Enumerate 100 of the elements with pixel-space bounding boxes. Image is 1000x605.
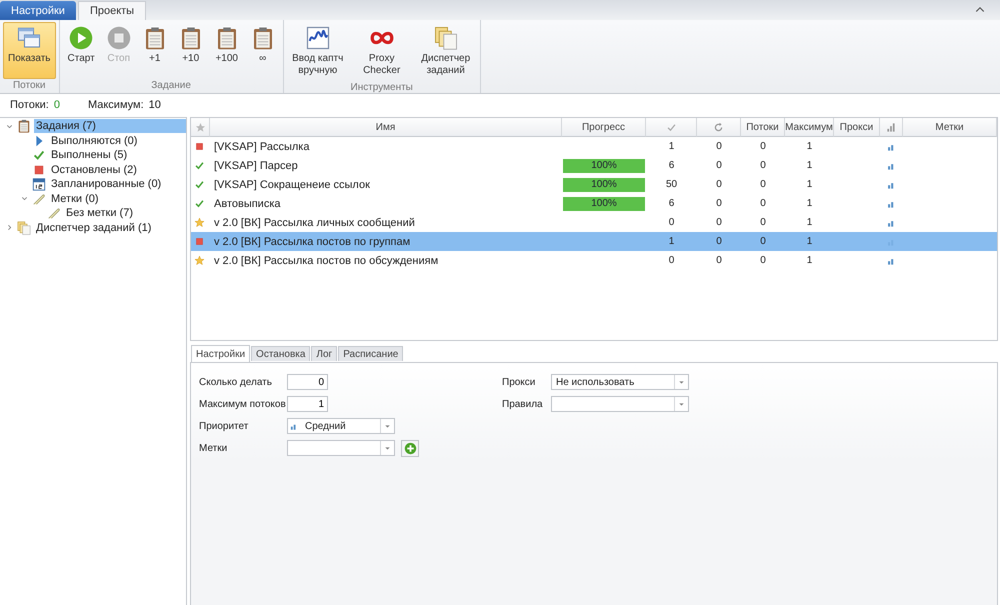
check-icon bbox=[194, 179, 205, 190]
table-cell-text: 0 bbox=[759, 140, 767, 154]
table-cell-text: 0 bbox=[715, 235, 723, 249]
stop-icon bbox=[32, 162, 46, 177]
table-cell-text: 0 bbox=[759, 216, 767, 230]
number-field[interactable]: 0 bbox=[287, 374, 328, 390]
play-icon bbox=[69, 26, 94, 50]
table-cell-text: 50 bbox=[664, 178, 678, 192]
tree-item[interactable]: Остановлены (2) bbox=[49, 162, 139, 177]
table-cell-text: Автовыписка bbox=[213, 196, 282, 212]
column-header[interactable]: Максимум bbox=[785, 118, 834, 137]
star-icon bbox=[194, 255, 205, 266]
check-icon bbox=[32, 148, 46, 162]
table-cell-text: 1 bbox=[806, 178, 814, 192]
field-label: Прокси bbox=[502, 376, 536, 388]
tree-item[interactable]: Метки (0) bbox=[49, 192, 101, 206]
clipboard-icon bbox=[17, 119, 31, 134]
table-cell-text: 0 bbox=[668, 254, 676, 268]
tab[interactable]: Остановка bbox=[251, 346, 310, 361]
table-cell-text: 1 bbox=[806, 216, 814, 230]
table-row[interactable]: Автовыписка 100% 6 0 0 1 bbox=[191, 194, 997, 213]
ribbon-button[interactable]: Proxy Checker bbox=[350, 22, 413, 81]
dropdown-field[interactable] bbox=[287, 440, 395, 456]
progress-label: 100% bbox=[590, 196, 618, 210]
table-cell-text: 6 bbox=[668, 197, 676, 211]
table-cell-text: v 2.0 [ВК] Рассылка постов по группам bbox=[213, 234, 412, 250]
field-label: Максимум потоков bbox=[199, 398, 283, 410]
table-row[interactable]: [VKSAP] Сокращенеие ссылок 100% 50 0 0 1 bbox=[191, 175, 997, 194]
stat-value: 10 bbox=[148, 99, 161, 111]
column-header[interactable]: Имя bbox=[210, 118, 562, 137]
tree-item[interactable]: Выполнены (5) bbox=[49, 148, 130, 162]
table-cell-text: 1 bbox=[806, 254, 814, 268]
number-field[interactable]: 1 bbox=[287, 396, 328, 412]
ribbon-button[interactable]: Диспетчер заданий bbox=[414, 22, 477, 81]
ribbon-button[interactable]: ∞ bbox=[246, 22, 280, 79]
table-cell-text: [VKSAP] Парсер bbox=[213, 158, 299, 174]
field-label: Сколько делать bbox=[199, 376, 273, 388]
dropdown-field[interactable]: Не использовать bbox=[551, 374, 689, 390]
ribbon-button[interactable]: Ввод каптч вручную bbox=[286, 22, 349, 81]
ribbon-button[interactable]: Показать bbox=[3, 22, 56, 79]
stat-value: 0 bbox=[54, 99, 60, 111]
table-cell-text: 0 bbox=[668, 216, 676, 230]
table-cell-text: 0 bbox=[759, 178, 767, 192]
column-header[interactable]: Прогресс bbox=[562, 118, 646, 137]
check-icon bbox=[194, 198, 205, 209]
tab[interactable]: Лог bbox=[311, 346, 338, 361]
column-header[interactable] bbox=[697, 118, 741, 137]
table-cell-text: 1 bbox=[806, 140, 814, 154]
column-header[interactable] bbox=[191, 118, 210, 137]
group-label: Инструменты bbox=[350, 81, 414, 95]
tab[interactable]: Расписание bbox=[338, 346, 404, 361]
ribbon-tab[interactable]: Проекты bbox=[78, 1, 146, 20]
table-cell-text: 1 bbox=[806, 235, 814, 249]
dropdown-field[interactable] bbox=[551, 396, 689, 412]
table-cell-text: 1 bbox=[668, 235, 676, 249]
table-row[interactable]: [VKSAP] Парсер 100% 6 0 0 1 bbox=[191, 156, 997, 175]
check-icon bbox=[666, 122, 676, 132]
table-cell-text: 0 bbox=[759, 235, 767, 249]
tree-item[interactable]: Задания (7) bbox=[34, 119, 186, 134]
documents-icon bbox=[434, 26, 458, 50]
tree-item[interactable]: Выполняются (0) bbox=[49, 134, 140, 148]
ribbon-button[interactable]: +1 bbox=[138, 22, 172, 79]
table-row[interactable]: v 2.0 [ВК] Рассылка личных сообщений 0 0 0 1 bbox=[191, 213, 997, 232]
ribbon-tab[interactable]: Настройки bbox=[0, 1, 76, 20]
column-header[interactable] bbox=[646, 118, 697, 137]
check-icon bbox=[194, 160, 205, 171]
table-cell-text: v 2.0 [ВК] Рассылка постов по обсуждениям bbox=[213, 254, 440, 268]
tab[interactable]: Настройки bbox=[191, 345, 250, 362]
documents-icon bbox=[17, 220, 31, 235]
stat-label: Потоки: bbox=[10, 99, 49, 111]
field-label: Приоритет bbox=[199, 420, 250, 432]
ribbon-button[interactable]: +100 bbox=[210, 22, 244, 79]
column-header[interactable]: Потоки bbox=[741, 118, 785, 137]
signal-icon bbox=[886, 122, 896, 132]
table-cell-text: 0 bbox=[759, 197, 767, 211]
table-row[interactable]: [VKSAP] Рассылка 1 0 0 1 bbox=[191, 137, 997, 156]
table-row[interactable]: v 2.0 [ВК] Рассылка постов по обсуждениям 0 0 0 1 bbox=[191, 251, 997, 270]
ribbon-button[interactable]: +10 bbox=[174, 22, 208, 79]
star-icon bbox=[194, 122, 206, 132]
captcha-icon bbox=[306, 26, 330, 50]
table-cell-text: 1 bbox=[668, 140, 676, 154]
table-cell-text: 0 bbox=[715, 159, 723, 173]
add-button[interactable] bbox=[401, 440, 419, 456]
star-icon bbox=[194, 217, 205, 228]
selected-row[interactable]: v 2.0 [ВК] Рассылка постов по группам 1 0 0 1 bbox=[191, 232, 997, 251]
tree-item[interactable]: Без метки (7) bbox=[64, 206, 136, 220]
column-header[interactable] bbox=[880, 118, 903, 137]
table-cell-text: 0 bbox=[715, 140, 723, 154]
dropdown-field[interactable]: Средний bbox=[287, 418, 395, 434]
table-cell-text: 0 bbox=[759, 159, 767, 173]
progress-label: 100% bbox=[590, 158, 618, 172]
table-cell-text: 1 bbox=[806, 197, 814, 211]
group-label: Потоки bbox=[12, 79, 47, 93]
stop-icon bbox=[194, 141, 205, 152]
column-header[interactable]: Прокси bbox=[834, 118, 880, 137]
ribbon-button[interactable]: Старт bbox=[62, 22, 100, 79]
tree-item[interactable]: Запланированные (0) bbox=[49, 177, 164, 192]
tree-item[interactable]: Диспетчер заданий (1) bbox=[34, 220, 154, 235]
column-header[interactable]: Метки bbox=[903, 118, 997, 137]
stat-label: Максимум: bbox=[88, 99, 144, 111]
